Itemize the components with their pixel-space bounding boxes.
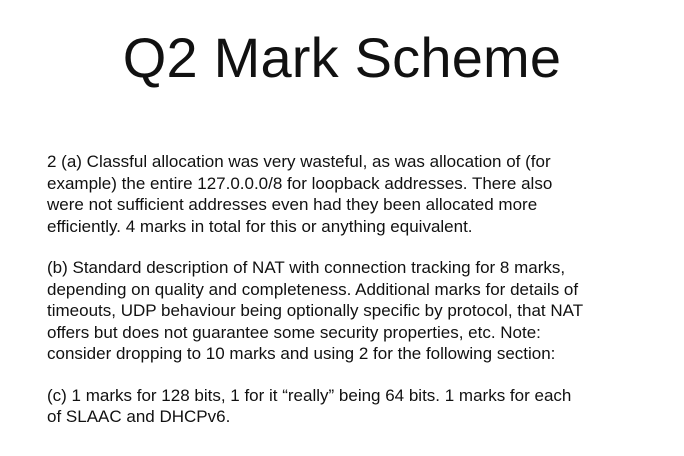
text-line: of SLAAC and DHCPv6.	[47, 407, 231, 426]
text-line: 2 (a) Classful allocation was very waste…	[47, 152, 551, 171]
text-line: example) the entire 127.0.0.0/8 for loop…	[47, 173, 553, 193]
text-line: (b) Standard description of NAT with con…	[47, 258, 566, 277]
slide-title: Q2 Mark Scheme	[122, 26, 562, 89]
text-line: offers but does not guarantee some secur…	[47, 322, 541, 342]
paragraph-part-b: (b) Standard description of NAT with con…	[47, 257, 679, 365]
text-line: were not sufficient addresses even had t…	[47, 195, 538, 214]
text-line: consider dropping to 10 marks and using …	[47, 344, 556, 363]
text-line: depending on quality and completeness. A…	[47, 279, 579, 299]
slide: Q2 Mark Scheme 2 (a) Classful allocation…	[0, 0, 684, 456]
paragraph-part-c: (c) 1 marks for 128 bits, 1 for it “real…	[47, 385, 679, 428]
paragraph-part-a: 2 (a) Classful allocation was very waste…	[47, 151, 679, 237]
text-line: timeouts, UDP behaviour being optionally…	[47, 301, 584, 320]
slide-body: 2 (a) Classful allocation was very waste…	[47, 151, 679, 448]
text-line: efficiently. 4 marks in total for this o…	[47, 216, 473, 236]
text-line: (c) 1 marks for 128 bits, 1 for it “real…	[47, 385, 572, 405]
